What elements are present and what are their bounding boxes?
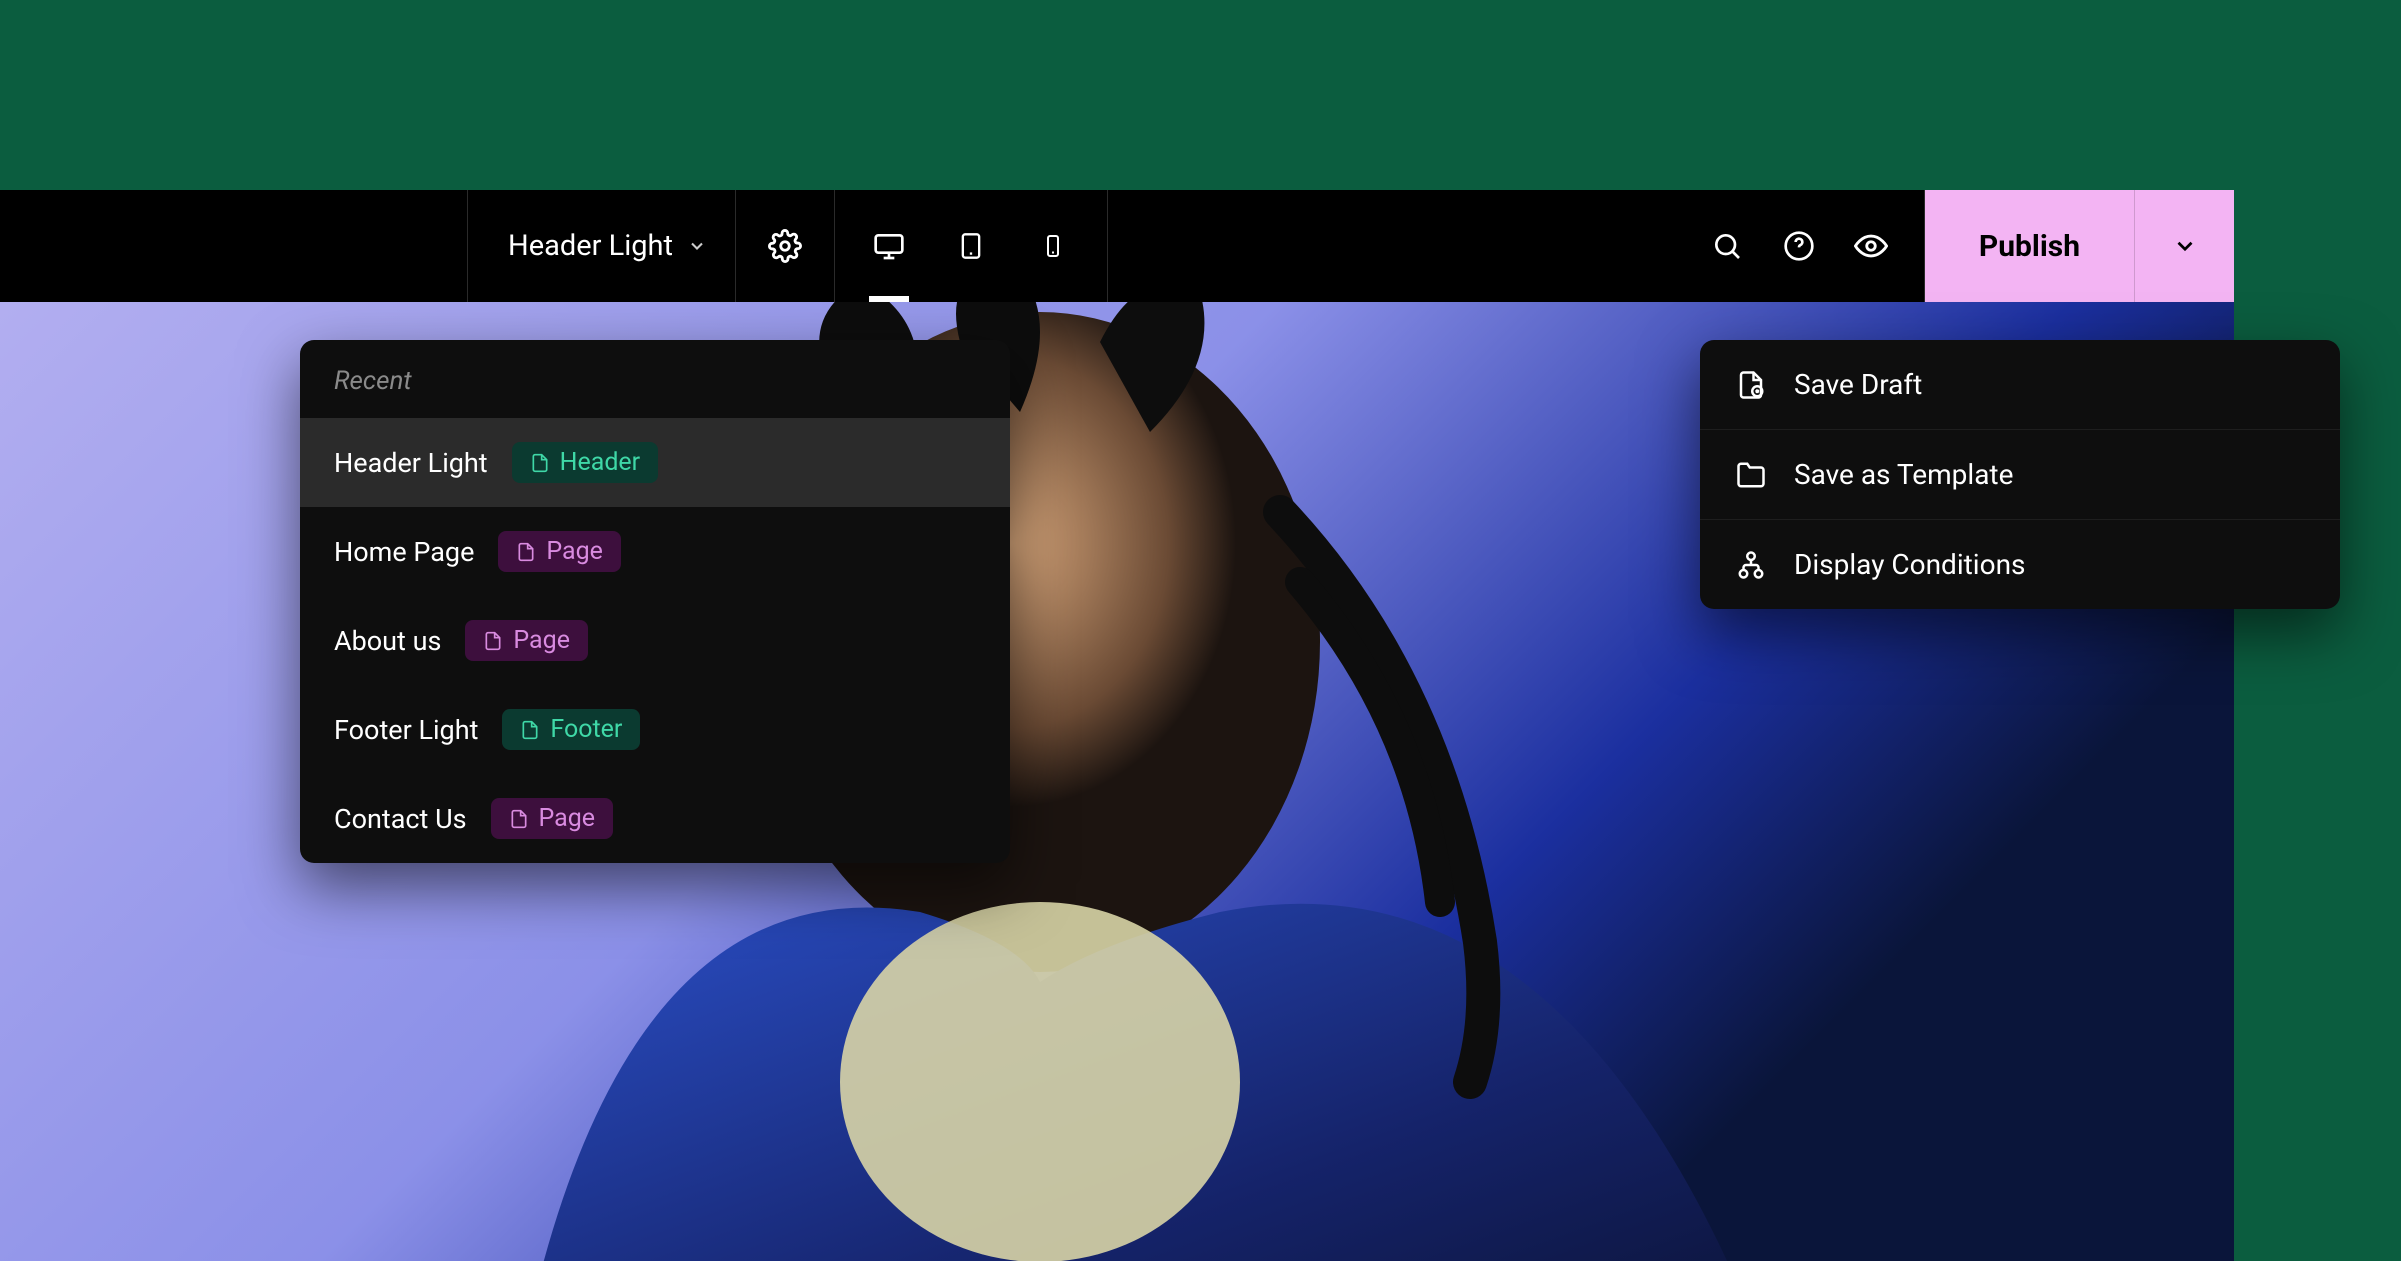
device-switcher [835,190,1108,302]
publish-group: Publish [1925,190,2234,302]
badge-label: Footer [550,715,622,744]
tablet-icon [957,230,985,262]
recent-pages-dropdown: Recent Header Light Header Home Page Pag… [300,340,1010,863]
help-button[interactable] [1764,190,1834,302]
toolbar-right-icons [1674,190,1925,302]
type-badge-header: Header [512,442,659,483]
file-icon [520,718,540,742]
recent-item-label: About us [334,625,441,657]
menu-item-save-template[interactable]: Save as Template [1700,430,2340,520]
search-icon [1711,230,1743,262]
current-page-label: Header Light [508,229,673,263]
file-icon [483,629,503,653]
badge-label: Page [546,537,603,566]
file-icon [509,807,529,831]
type-badge-page: Page [491,798,614,839]
menu-item-save-draft[interactable]: Save Draft [1700,340,2340,430]
eye-icon [1854,229,1888,263]
settings-button[interactable] [736,190,835,302]
type-badge-page: Page [498,531,621,572]
toolbar-left-blank [0,190,468,302]
recent-item-header-light[interactable]: Header Light Header [300,418,1010,507]
gear-icon [768,229,802,263]
recent-item-footer-light[interactable]: Footer Light Footer [300,685,1010,774]
top-toolbar: Header Light [0,190,2234,302]
chevron-down-icon [687,236,707,256]
recent-item-label: Home Page [334,536,474,568]
badge-label: Page [539,804,596,833]
hierarchy-icon [1736,550,1766,580]
recent-header: Recent [300,340,1010,418]
file-icon [516,540,536,564]
type-badge-page: Page [465,620,588,661]
device-desktop-button[interactable] [857,190,921,302]
publish-label: Publish [1979,229,2080,264]
menu-item-label: Save as Template [1794,458,2013,491]
device-mobile-button[interactable] [1021,190,1085,302]
page-selector[interactable]: Header Light [468,190,736,302]
recent-item-label: Contact Us [334,803,467,835]
menu-item-display-conditions[interactable]: Display Conditions [1700,520,2340,609]
recent-item-home-page[interactable]: Home Page Page [300,507,1010,596]
help-icon [1783,230,1815,262]
save-draft-icon [1736,370,1766,400]
recent-item-label: Header Light [334,447,488,479]
publish-options-toggle[interactable] [2134,190,2234,302]
device-tablet-button[interactable] [939,190,1003,302]
desktop-icon [873,230,905,262]
publish-options-menu: Save Draft Save as Template Display Cond… [1700,340,2340,609]
publish-button[interactable]: Publish [1925,190,2134,302]
folder-icon [1736,460,1766,490]
type-badge-footer: Footer [502,709,640,750]
mobile-icon [1041,230,1065,262]
badge-label: Header [560,448,641,477]
menu-item-label: Display Conditions [1794,548,2026,581]
badge-label: Page [513,626,570,655]
file-icon [530,451,550,475]
recent-item-contact-us[interactable]: Contact Us Page [300,774,1010,863]
preview-button[interactable] [1836,190,1906,302]
recent-item-about-us[interactable]: About us Page [300,596,1010,685]
recent-item-label: Footer Light [334,714,478,746]
chevron-down-icon [2172,233,2198,259]
menu-item-label: Save Draft [1794,368,1922,401]
search-button[interactable] [1692,190,1762,302]
